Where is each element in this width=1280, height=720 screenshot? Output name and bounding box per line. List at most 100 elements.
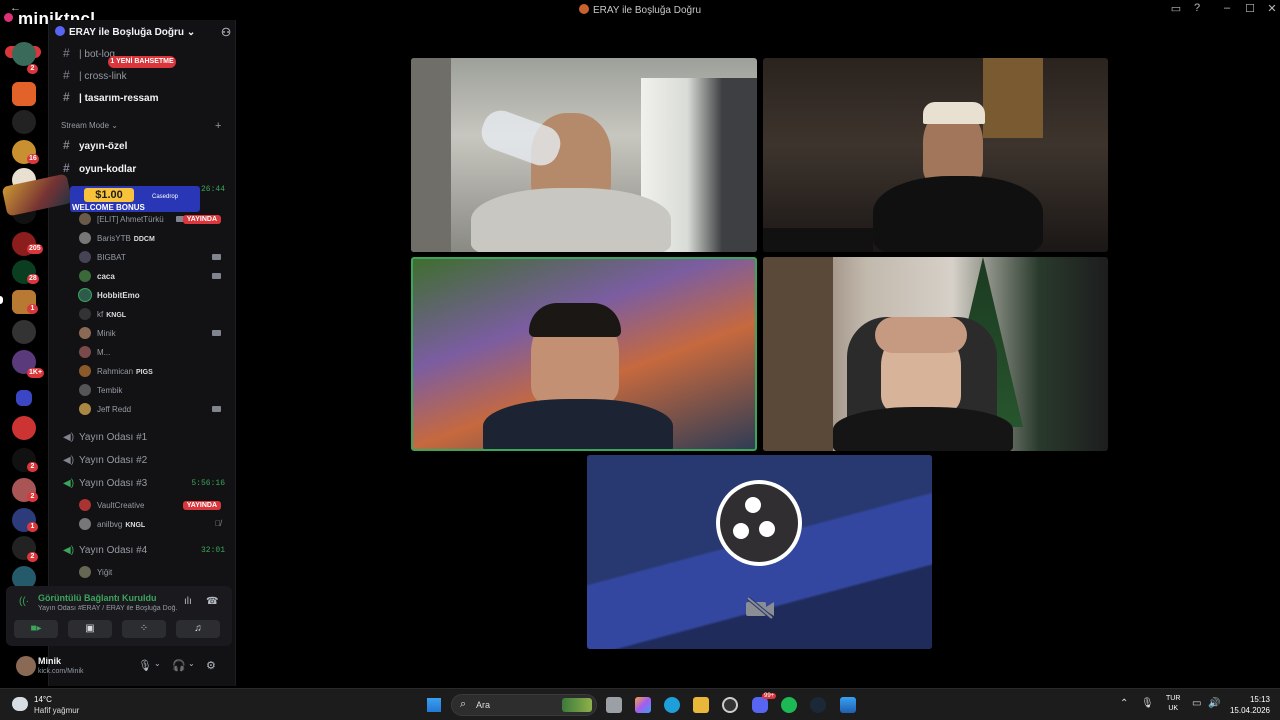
- network-icon[interactable]: ▭: [1192, 698, 1201, 709]
- voice-user[interactable]: BIGBAT: [79, 251, 231, 268]
- gear-icon[interactable]: ⚙: [206, 659, 216, 672]
- voice-user[interactable]: BarisYTB DDCM: [79, 232, 231, 249]
- chevron-down-icon[interactable]: ⌄: [154, 659, 161, 668]
- avatar: [79, 566, 91, 578]
- voice-channel-4[interactable]: ◀) Yayın Odası #4 32:01: [63, 545, 231, 563]
- weather-temperature: 14°C: [34, 695, 52, 704]
- start-button[interactable]: [427, 698, 441, 712]
- folder-icon[interactable]: [16, 390, 32, 406]
- language-indicator[interactable]: TUR UK: [1166, 694, 1180, 714]
- server-header[interactable]: ERAY ile Boşluğa Doğru ⌄ ⚇: [55, 26, 231, 44]
- voice-user[interactable]: [ELIT] AhmetTürkü YAYINDA: [79, 213, 231, 230]
- weather-icon[interactable]: [12, 697, 28, 711]
- noise-suppression-icon[interactable]: ılı: [184, 596, 192, 607]
- chevron-down-icon[interactable]: ⌄: [188, 659, 195, 668]
- server-icon[interactable]: [12, 82, 36, 106]
- discord-icon[interactable]: [752, 697, 768, 713]
- channel-oyun-kodlar[interactable]: # oyun-kodlar: [63, 161, 231, 179]
- soundboard-icon: ♫: [194, 623, 202, 634]
- channel-tasarim-ressam[interactable]: # | tasarım-ressam: [63, 90, 231, 108]
- voice-user[interactable]: Rahmican PIGS: [79, 365, 231, 382]
- server-icon[interactable]: [12, 320, 36, 344]
- soundboard-button[interactable]: ♫: [176, 620, 220, 638]
- channel-yayin-ozel[interactable]: # yayın-özel: [63, 138, 231, 156]
- steam-icon[interactable]: [810, 697, 826, 713]
- close-button[interactable]: ✕: [1262, 2, 1280, 15]
- file-explorer-icon[interactable]: [693, 697, 709, 713]
- avatar: [79, 251, 91, 263]
- obs-logo-icon: [716, 480, 802, 566]
- edge-icon[interactable]: [664, 697, 680, 713]
- unread-badge: 1: [27, 522, 38, 532]
- camera-icon: [212, 330, 221, 336]
- camera-off-icon: [746, 597, 774, 619]
- server-icon[interactable]: [12, 110, 36, 134]
- maximize-button[interactable]: ☐: [1240, 2, 1260, 15]
- help-icon[interactable]: ?: [1187, 2, 1207, 14]
- video-tile[interactable]: [411, 58, 757, 252]
- avatar: [79, 327, 91, 339]
- voice-channel-3[interactable]: ◀) Yayın Odası #3 5:56:16: [63, 478, 231, 496]
- voice-user[interactable]: Minik: [79, 327, 231, 344]
- mic-icon[interactable]: 🎙: [138, 659, 152, 672]
- voice-user[interactable]: anilbvg KNGL 🎙̸: [79, 518, 231, 535]
- task-view-icon[interactable]: [606, 697, 622, 713]
- background-shelf: [983, 58, 1043, 138]
- mic-icon[interactable]: 🎙: [1141, 698, 1154, 709]
- voice-user[interactable]: M...: [79, 346, 231, 363]
- video-tile[interactable]: [763, 257, 1108, 451]
- new-mention-pill[interactable]: 1 YENİ BAHSETME: [108, 56, 176, 68]
- inbox-icon[interactable]: ▭: [1166, 2, 1186, 15]
- search-box[interactable]: ⌕ Ara: [451, 694, 597, 716]
- unread-badge: 1: [27, 304, 38, 314]
- voice-user[interactable]: caca: [79, 270, 231, 287]
- add-member-icon[interactable]: ⚇: [221, 26, 231, 39]
- voice-user[interactable]: kf KNGL: [79, 308, 231, 325]
- connection-status: Görüntülü Bağlantı Kuruldu: [38, 593, 157, 603]
- unread-badge: 2: [27, 462, 38, 472]
- voice-user[interactable]: Tembik: [79, 384, 231, 401]
- headphones-icon[interactable]: 🎧: [172, 659, 186, 672]
- ad-graphic: [1, 173, 73, 217]
- voice-user[interactable]: Jeff Redd: [79, 403, 231, 420]
- user-status: kick.com/Minik: [38, 668, 84, 675]
- photos-icon[interactable]: [840, 697, 856, 713]
- channel-cross-link[interactable]: # | cross-link: [63, 68, 231, 86]
- video-tile-speaking[interactable]: [411, 257, 757, 451]
- volume-icon[interactable]: 🔊: [1208, 698, 1220, 709]
- hash-icon: #: [63, 68, 70, 82]
- muted-icon: 🎙̸: [215, 519, 221, 528]
- category-stream-mode[interactable]: Stream Mode ⌄ +: [61, 120, 221, 132]
- server-icon[interactable]: [12, 416, 36, 440]
- avatar[interactable]: [16, 656, 36, 676]
- server-logo-icon: [55, 26, 65, 36]
- voice-channel-1[interactable]: ◀) Yayın Odası #1: [63, 432, 231, 450]
- obs-taskbar-icon[interactable]: [722, 697, 738, 713]
- voice-user[interactable]: VaultCreative YAYINDA: [79, 499, 231, 516]
- clock[interactable]: 15:13 15.04.2026: [1226, 694, 1270, 716]
- hash-icon: #: [63, 138, 70, 152]
- camera-icon: [212, 254, 221, 260]
- voice-user[interactable]: HobbitEmo: [79, 289, 231, 306]
- video-tile-obs[interactable]: [587, 455, 932, 649]
- app-icon: [578, 4, 589, 14]
- hash-icon: #: [63, 90, 70, 104]
- connection-subtitle[interactable]: Yayın Odası #ERAY / ERAY ile Boşluğa Doğ…: [38, 605, 178, 612]
- desk: [763, 228, 873, 252]
- spotify-icon[interactable]: [781, 697, 797, 713]
- add-channel-icon[interactable]: +: [215, 120, 221, 132]
- voice-channel-2[interactable]: ◀) Yayın Odası #2: [63, 455, 231, 473]
- camera-button[interactable]: ■▸: [14, 620, 58, 638]
- obs-logo-circle: [752, 514, 782, 544]
- copilot-icon[interactable]: [635, 697, 651, 713]
- activities-button[interactable]: ⁘: [122, 620, 166, 638]
- video-tile[interactable]: [763, 58, 1108, 252]
- disconnect-icon[interactable]: ☎: [206, 596, 218, 607]
- minimize-button[interactable]: –: [1217, 2, 1237, 14]
- chevron-up-icon[interactable]: ⌃: [1120, 698, 1128, 709]
- avatar: [79, 308, 91, 320]
- server-icon[interactable]: [12, 42, 36, 66]
- voice-user[interactable]: Yiğit: [79, 566, 231, 583]
- person-body: [471, 188, 671, 252]
- screen-share-button[interactable]: ▣: [68, 620, 112, 638]
